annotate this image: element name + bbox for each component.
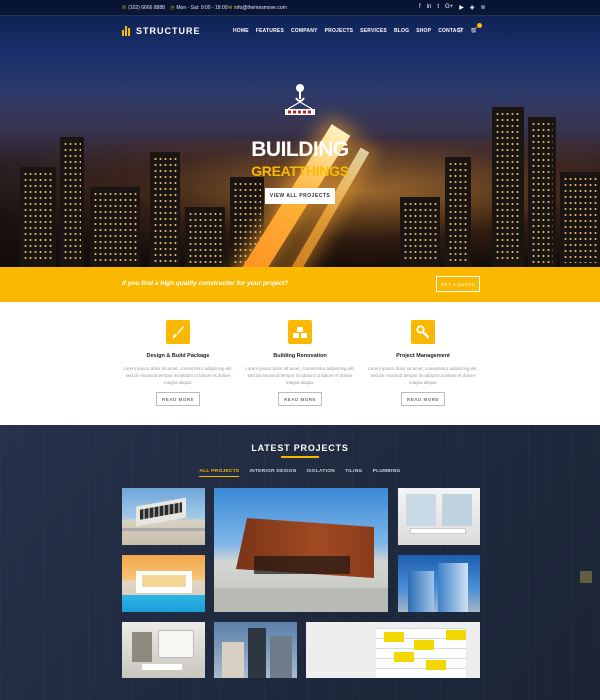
service-title: Project Management — [396, 353, 450, 359]
top-bar: ✆ (102) 6666 8888 ◷ Mon - Sat: 9:00 - 18… — [0, 0, 600, 16]
filter-plumbing[interactable]: PLUMBING — [373, 469, 401, 477]
building-silhouette — [185, 207, 225, 267]
mail-icon: ✉ — [228, 5, 233, 11]
cart-icon[interactable]: 🛒︎ — [470, 23, 483, 34]
facebook-icon[interactable]: f — [419, 4, 421, 11]
project-thumbnail-featured[interactable] — [214, 488, 388, 612]
title-underline — [281, 456, 319, 458]
phone-icon: ✆ — [122, 5, 127, 11]
hero-title: BUILDING — [251, 138, 349, 161]
service-card: Design & Build Package Lorem ipsum dolor… — [118, 320, 238, 406]
project-thumbnail[interactable] — [122, 622, 205, 678]
logo-mark-icon — [122, 26, 132, 36]
main-menu: HOME FEATURES COMPANY PROJECTS SERVICES … — [233, 28, 464, 34]
project-filters: ALL PROJECTS INTERIOR DESIGN ISOLATION T… — [0, 469, 600, 477]
project-thumbnail-wide[interactable] — [306, 622, 480, 678]
scroll-to-top-button[interactable] — [580, 571, 592, 583]
services-section: Design & Build Package Lorem ipsum dolor… — [0, 302, 600, 425]
nav-item-projects[interactable]: PROJECTS — [325, 28, 354, 34]
service-card: Project Management Lorem ipsum dolor sit… — [363, 320, 483, 406]
phone-text: (102) 6666 8888 — [128, 5, 165, 11]
read-more-button[interactable]: READ MORE — [278, 392, 322, 406]
nav-item-shop[interactable]: SHOP — [416, 28, 431, 34]
service-description: Lorem ipsum dolor sit amet, consectetur … — [368, 366, 478, 385]
building-silhouette — [90, 187, 140, 267]
google-plus-icon[interactable]: G+ — [445, 4, 453, 11]
project-thumbnail[interactable] — [214, 622, 297, 678]
building-silhouette — [400, 197, 440, 267]
clock-icon: ◷ — [170, 5, 175, 11]
service-card: Building Renovation Lorem ipsum dolor si… — [240, 320, 360, 406]
building-silhouette — [20, 167, 56, 267]
nav-item-services[interactable]: SERVICES — [360, 28, 387, 34]
project-thumbnail[interactable] — [122, 488, 205, 545]
filter-all-projects[interactable]: ALL PROJECTS — [199, 469, 240, 477]
rss-icon[interactable]: ≋ — [480, 4, 485, 11]
read-more-button[interactable]: READ MORE — [401, 392, 445, 406]
bricks-icon — [288, 320, 312, 344]
nav-icons: ⚲ 🛒︎ — [458, 23, 483, 34]
view-all-projects-button[interactable]: VIEW ALL PROJECTS — [265, 188, 335, 204]
service-description: Lorem ipsum dolor sit amet, consectetur … — [245, 366, 355, 385]
project-thumbnail[interactable] — [122, 555, 205, 612]
nav-item-company[interactable]: COMPANY — [291, 28, 318, 34]
hero-subtitle: GREATTHINGS — [251, 163, 349, 179]
cta-text: If you find a high quality constructor f… — [122, 280, 289, 287]
foursquare-icon[interactable]: ◈ — [470, 4, 475, 11]
service-title: Building Renovation — [273, 353, 327, 359]
project-thumbnail[interactable] — [398, 488, 480, 545]
cta-band: If you find a high quality constructor f… — [0, 267, 600, 302]
cart-badge — [477, 23, 483, 28]
read-more-button[interactable]: READ MORE — [156, 392, 200, 406]
crane-hook-icon — [285, 84, 315, 115]
hours-info: ◷ Mon - Sat: 9:00 - 18:00 — [170, 5, 228, 11]
filter-tiling[interactable]: TILING — [345, 469, 363, 477]
search-icon[interactable]: ⚲ — [458, 27, 462, 34]
hero-section: ✆ (102) 6666 8888 ◷ Mon - Sat: 9:00 - 18… — [0, 0, 600, 267]
logo[interactable]: STRUCTURE — [122, 26, 201, 36]
wrench-icon — [411, 320, 435, 344]
get-quote-button[interactable]: GET A QUOTE — [436, 276, 480, 292]
hours-text: Mon - Sat: 9:00 - 18:00 — [176, 5, 228, 11]
email-info[interactable]: ✉ info@themesmove.com — [228, 5, 287, 11]
email-link[interactable]: info@themesmove.com — [234, 5, 287, 11]
linkedin-icon[interactable]: in — [427, 4, 432, 11]
main-navbar: STRUCTURE HOME FEATURES COMPANY PROJECTS… — [0, 16, 600, 48]
section-title: LATEST PROJECTS — [251, 443, 349, 453]
nav-item-blog[interactable]: BLOG — [394, 28, 409, 34]
project-thumbnail[interactable] — [398, 555, 480, 612]
phone-info: ✆ (102) 6666 8888 — [122, 5, 165, 11]
nav-item-features[interactable]: FEATURES — [256, 28, 284, 34]
social-links: f in t G+ ▶ ◈ ≋ — [419, 4, 485, 11]
paintbrush-icon — [166, 320, 190, 344]
filter-isolation[interactable]: ISOLATION — [307, 469, 335, 477]
logo-text: STRUCTURE — [136, 26, 201, 36]
twitter-icon[interactable]: t — [437, 4, 439, 11]
building-silhouette — [492, 107, 524, 267]
filter-interior-design[interactable]: INTERIOR DESIGN — [249, 469, 296, 477]
service-title: Design & Build Package — [146, 353, 210, 359]
latest-projects-section: LATEST PROJECTS ALL PROJECTS INTERIOR DE… — [0, 425, 600, 700]
building-silhouette — [560, 172, 600, 267]
service-description: Lorem ipsum dolor sit amet, consectetur … — [123, 366, 233, 385]
nav-item-home[interactable]: HOME — [233, 28, 249, 34]
youtube-icon[interactable]: ▶ — [459, 4, 464, 11]
